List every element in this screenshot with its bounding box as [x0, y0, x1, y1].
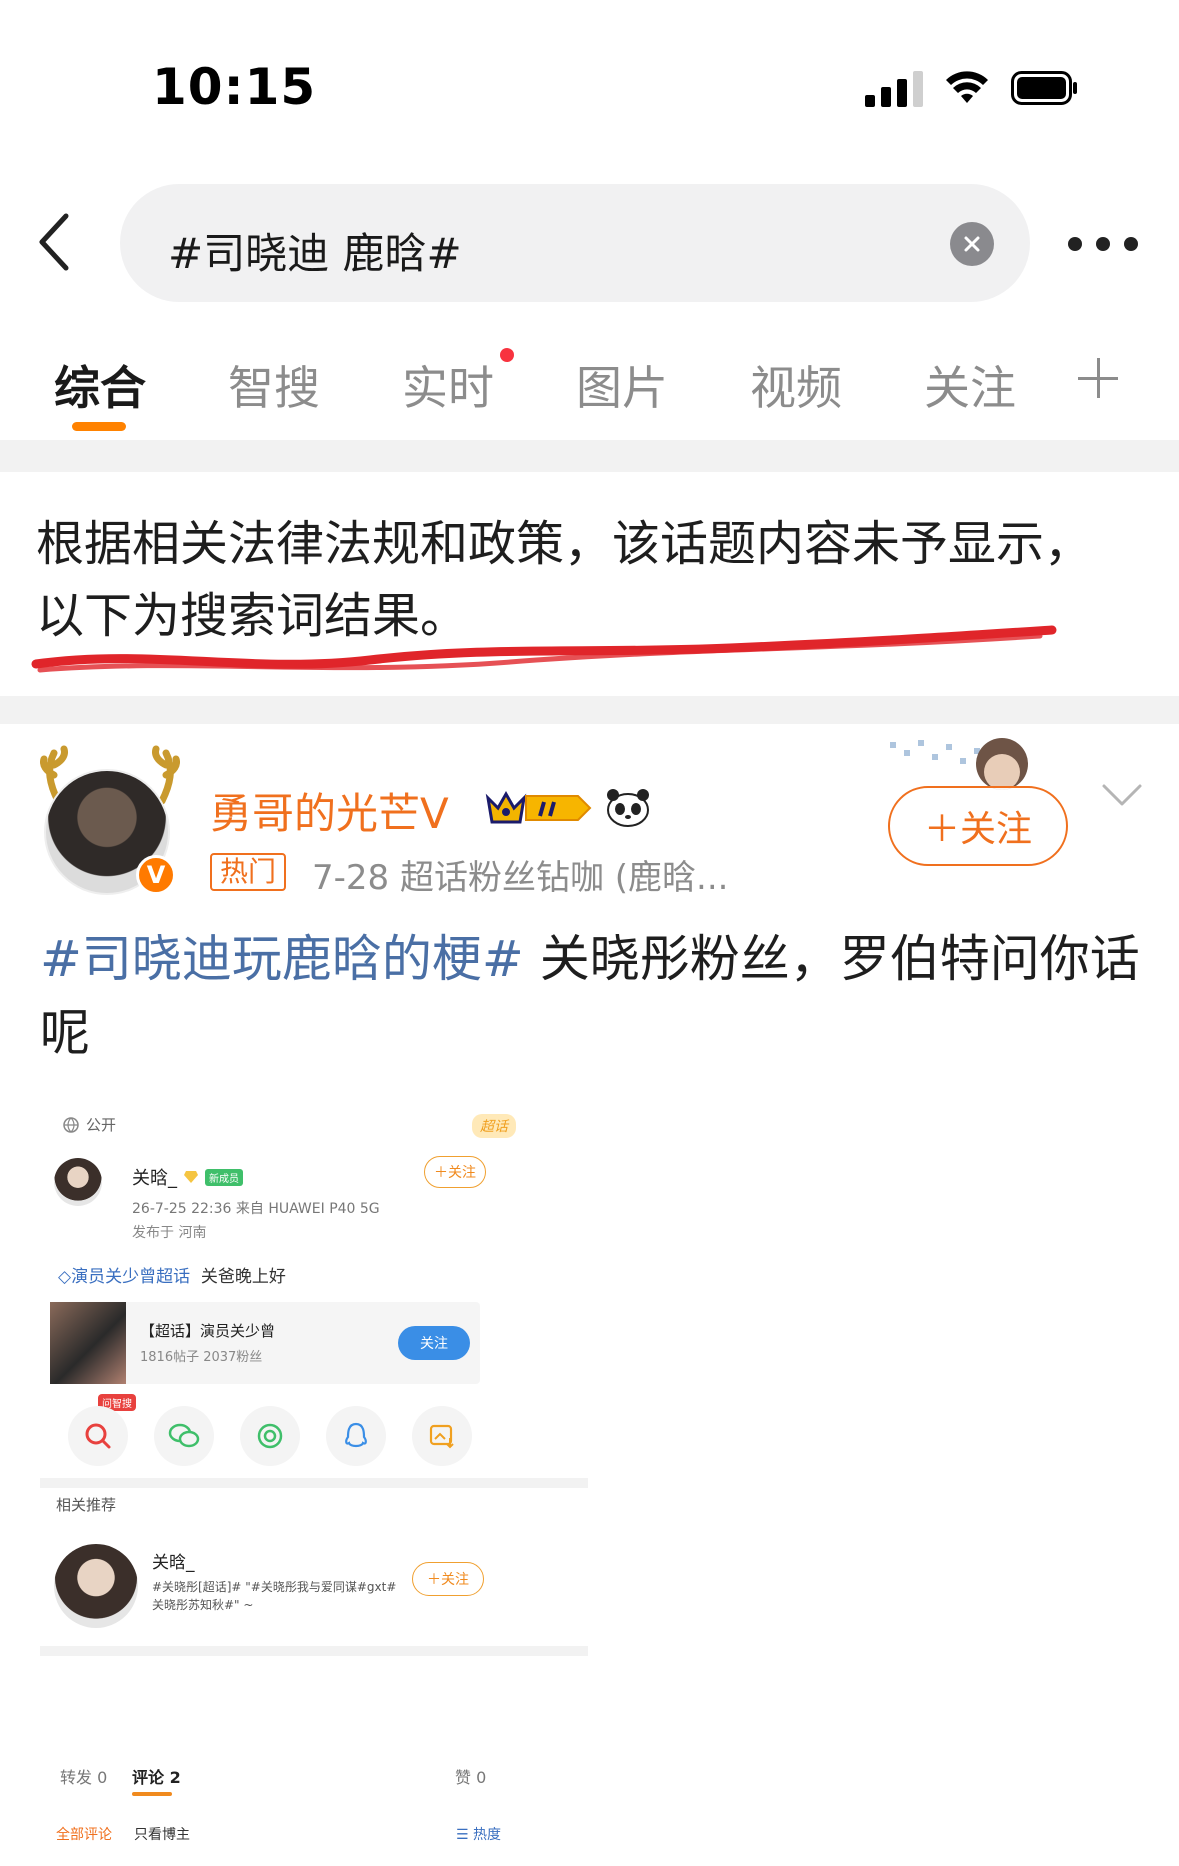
- search-row: #司晓迪 鹿晗#: [0, 182, 1179, 302]
- screenshot-location: 发布于 河南: [132, 1225, 207, 1241]
- tab-smart-search[interactable]: 智搜: [228, 352, 320, 418]
- chevron-down-icon[interactable]: [1100, 780, 1144, 810]
- topic-text: 关爸晚上好: [200, 1267, 286, 1287]
- close-icon: [964, 236, 980, 252]
- save-image-share-button[interactable]: [412, 1406, 472, 1466]
- topic-diamond-icon: ◇: [58, 1267, 72, 1287]
- panda-icon: [607, 789, 649, 827]
- wechat-share-button[interactable]: [154, 1406, 214, 1466]
- vip-crown-badge-icon: [485, 790, 592, 824]
- status-bar: 10:15: [0, 0, 1179, 150]
- qq-share-button[interactable]: [326, 1406, 386, 1466]
- more-dot-icon: [1124, 237, 1138, 251]
- recommend-avatar: [54, 1544, 138, 1628]
- post-username[interactable]: 勇哥的光芒V: [210, 780, 449, 841]
- red-underline-scribble: [31, 625, 1057, 673]
- screenshot-author-avatar: [54, 1158, 102, 1206]
- more-options-button[interactable]: [1068, 234, 1138, 254]
- screenshot-topic: ◇演员关少曾超话 关爸晚上好: [58, 1262, 286, 1287]
- wifi-icon: [946, 71, 988, 103]
- back-button[interactable]: [28, 210, 80, 274]
- recommend-follow-button[interactable]: ＋关注: [412, 1562, 484, 1596]
- filter-sort-label: 热度: [473, 1827, 502, 1842]
- status-time: 10:15: [152, 58, 317, 116]
- section-divider: [0, 696, 1179, 724]
- cellular-signal-icon: [865, 69, 923, 107]
- filter-author-only[interactable]: 只看博主: [134, 1824, 190, 1842]
- chaohua-card-stats: 1816帖子 2037粉丝: [140, 1350, 263, 1365]
- save-image-icon: [429, 1424, 454, 1449]
- visibility-text: 公开: [86, 1116, 117, 1134]
- chaohua-card-title: 【超话】演员关少曾: [140, 1322, 276, 1340]
- chaohua-follow-button[interactable]: 关注: [398, 1326, 470, 1360]
- screenshot-divider: [40, 1646, 588, 1656]
- visibility-label: 公开: [62, 1114, 116, 1135]
- status-icons: [865, 66, 1079, 110]
- topic-link[interactable]: 演员关少曾超话: [71, 1267, 190, 1287]
- diamond-badge-icon: [184, 1171, 198, 1183]
- search-input[interactable]: #司晓迪 鹿晗#: [120, 184, 1030, 302]
- filter-all-comments[interactable]: 全部评论: [56, 1824, 112, 1842]
- section-divider: [0, 440, 1179, 472]
- chaohua-card[interactable]: 【超话】演员关少曾 1816帖子 2037粉丝 关注: [50, 1302, 480, 1384]
- comment-tab[interactable]: 评论 2: [132, 1764, 181, 1788]
- qq-icon: [345, 1422, 367, 1448]
- tab-comprehensive[interactable]: 综合: [54, 352, 146, 418]
- moments-icon: [257, 1423, 283, 1449]
- screenshot-author: 关晗_ 新成员: [132, 1164, 243, 1190]
- recommend-title: 相关推荐: [56, 1496, 117, 1514]
- tab-realtime[interactable]: 实时: [402, 352, 494, 418]
- search-tabs: 综合 智搜 实时 图片 视频 关注: [0, 340, 1179, 440]
- filter-sort[interactable]: ☰ 热度: [456, 1824, 501, 1842]
- more-dot-icon: [1096, 237, 1110, 251]
- post-text: #司晓迪玩鹿晗的梗# 关晓彤粉丝，罗伯特问你话呢: [40, 922, 1140, 1070]
- sort-icon: ☰: [456, 1827, 474, 1842]
- comment-tab-underline: [132, 1792, 172, 1796]
- follow-button[interactable]: ＋关注: [888, 786, 1068, 866]
- screenshot-divider: [40, 1478, 588, 1488]
- ai-search-icon: [85, 1423, 111, 1449]
- recommend-name: 关晗_: [152, 1553, 195, 1573]
- globe-icon: [63, 1116, 79, 1133]
- hot-tag: 热门: [210, 853, 287, 891]
- ai-search-share-button[interactable]: [68, 1406, 128, 1466]
- screenshot-meta: 26-7-25 22:36 来自 HUAWEI P40 5G: [132, 1201, 380, 1217]
- tab-images[interactable]: 图片: [576, 352, 668, 418]
- add-tab-icon[interactable]: [1078, 358, 1118, 398]
- realtime-new-dot: [500, 348, 514, 362]
- chevron-left-icon: [39, 213, 69, 271]
- recommend-desc: #关晓彤[超话]# "#关晓彤我与爱同谋#gxt# 关晓彤苏知秋#" ~: [152, 1580, 397, 1612]
- chaohua-badge: 超话: [460, 1108, 550, 1144]
- embedded-screenshot[interactable]: 公开 超话 关晗_ 新成员 ＋关注 26-7-25 22:36 来自 HUAWE…: [40, 1108, 588, 1842]
- repost-tab[interactable]: 转发 0: [60, 1764, 107, 1788]
- verified-badge-icon: V: [136, 855, 176, 895]
- active-tab-indicator: [72, 422, 126, 431]
- chaohua-badge-text: 超话: [472, 1114, 516, 1138]
- tab-following[interactable]: 关注: [924, 352, 1016, 418]
- post-meta: 7-28 超话粉丝钻咖 (鹿晗...: [312, 858, 729, 898]
- post-hashtag-link[interactable]: #司晓迪玩鹿晗的梗#: [40, 930, 524, 988]
- clear-search-button[interactable]: [950, 222, 994, 266]
- tab-videos[interactable]: 视频: [750, 352, 842, 418]
- screenshot-follow-button[interactable]: ＋关注: [424, 1156, 486, 1188]
- screenshot-author-name: 关晗_: [132, 1168, 177, 1189]
- wechat-icon: [168, 1423, 200, 1448]
- chaohua-card-image: [50, 1302, 126, 1384]
- author-avatar[interactable]: V: [40, 745, 180, 905]
- battery-icon: [1011, 71, 1077, 105]
- like-tab[interactable]: 赞 0: [455, 1764, 486, 1788]
- new-member-tag: 新成员: [205, 1168, 243, 1186]
- more-dot-icon: [1068, 237, 1082, 251]
- search-query: #司晓迪 鹿晗#: [168, 229, 462, 278]
- moments-share-button[interactable]: [240, 1406, 300, 1466]
